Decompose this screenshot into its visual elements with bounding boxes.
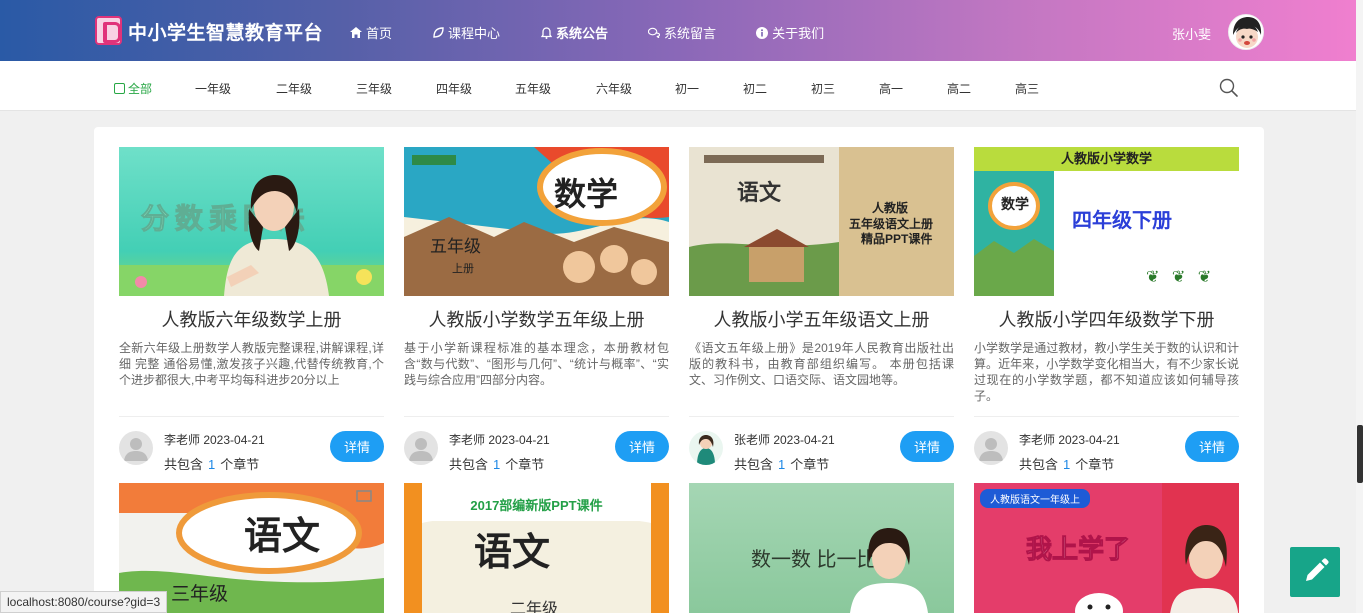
thumb-badge: 数学 [1001,196,1029,212]
page-scrollbar[interactable] [1356,0,1363,613]
thumb-grade: 五年级 [430,237,481,257]
logo-icon[interactable] [95,16,122,45]
author-date: 李老师 2023-04-21 [164,433,265,447]
thumb-caption: 语文 [474,529,551,574]
teacher-image [850,528,928,613]
filter-junior-2[interactable]: 初二 [743,80,767,97]
author-avatar [404,431,438,465]
bell-icon [540,26,552,39]
filter-grade-4[interactable]: 四年级 [436,80,472,97]
course-meta: 李老师 2023-04-21 共包含 1 个章节 详情 [119,417,384,473]
chapter-count: 共包含 1 个章节 [734,457,830,472]
thumb-top-banner: 人教版小学数学 [974,147,1239,171]
course-card[interactable]: 数学 五年级 上册 人教版小学数学五年级上册 基于小学新课程标准的基本理念，本册… [404,147,669,473]
main-nav: 首页 课程中心 系统公告 系统留言 关于我们 [350,23,864,42]
nav-course-center[interactable]: 课程中心 [432,23,500,42]
filter-senior-1[interactable]: 高一 [879,80,903,97]
course-meta: 张老师 2023-04-21 共包含 1 个章节 详情 [689,417,954,473]
search-icon[interactable] [1219,78,1239,98]
course-list: 分数乘除法 人教版六年级数学上册 全新六年级上册数学人教版完整课程,讲解课程,详… [94,127,1264,613]
course-description: 小学数学是通过教材，教小学生关于数的认识和计算。近年来，小学数学变化相当大，有不… [974,341,1239,403]
author-avatar [689,431,723,465]
chapter-count: 共包含 1 个章节 [1019,457,1115,472]
course-title[interactable]: 人教版小学数学五年级上册 [404,306,669,332]
filter-all[interactable]: 全部 [114,80,152,97]
course-thumbnail[interactable]: 2017部编新版PPT课件 语文 二年级 [404,483,669,613]
nav-about[interactable]: 关于我们 [756,23,824,42]
teacher-image [1075,483,1239,613]
comments-icon [648,27,661,39]
author-avatar [974,431,1008,465]
filter-grade-5[interactable]: 五年级 [515,80,551,97]
info-icon [756,26,769,39]
course-thumbnail[interactable]: 人教版小学数学 数学 四年级下册 ❦ ❦ ❦ [974,147,1239,296]
thumb-caption: 数学 [554,175,619,213]
filter-junior-1[interactable]: 初一 [675,80,699,97]
course-thumbnail[interactable]: 数学 五年级 上册 [404,147,669,296]
edit-float-button[interactable] [1290,547,1340,597]
nav-home[interactable]: 首页 [350,23,392,42]
course-thumbnail[interactable]: 分数乘除法 [119,147,384,296]
chapter-count: 共包含 1 个章节 [164,457,260,472]
filter-grade-1[interactable]: 一年级 [195,80,231,97]
detail-button[interactable]: 详情 [1185,431,1239,462]
thumb-grade: 二年级 [510,599,559,613]
course-description: 全新六年级上册数学人教版完整课程,讲解课程,详细 完整 通俗易懂,激发孩子兴趣,… [119,341,384,387]
author-avatar [119,431,153,465]
teacher-image [119,175,384,296]
course-title[interactable]: 人教版小学五年级语文上册 [689,306,954,332]
filter-grade-6[interactable]: 六年级 [596,80,632,97]
author-date: 李老师 2023-04-21 [1019,433,1120,447]
thumb-decoration: ❦ ❦ ❦ [1146,269,1216,286]
detail-button[interactable]: 详情 [900,431,954,462]
course-card[interactable]: 分数乘除法 人教版六年级数学上册 全新六年级上册数学人教版完整课程,讲解课程,详… [119,147,384,473]
brand-title[interactable]: 中小学生智慧教育平台 [128,18,323,45]
filter-grade-2[interactable]: 二年级 [276,80,312,97]
course-thumbnail[interactable]: 数一数 比一比 [689,483,954,613]
top-header: 中小学生智慧教育平台 首页 课程中心 系统公告 系统留言 关于我们 张小斐 [0,0,1356,61]
course-description: 基于小学新课程标准的基本理念，本册教材包含“数与代数”、“图形与几何”、“统计与… [404,341,669,387]
scrollbar-thumb[interactable] [1357,425,1363,483]
thumb-caption: 四年级下册 [1072,210,1172,232]
book-cover-image [974,171,1054,296]
thumb-caption: 语文 [244,513,321,558]
detail-button[interactable]: 详情 [330,431,384,462]
leaf-icon [432,27,444,39]
check-square-icon [114,83,125,94]
author-date: 张老师 2023-04-21 [734,433,835,447]
course-title[interactable]: 人教版小学四年级数学下册 [974,306,1239,332]
pencil-icon [1306,558,1329,581]
thumb-line-3: 精品PPT课件 [861,232,933,246]
username[interactable]: 张小斐 [1172,24,1211,43]
course-card[interactable]: 语文 人教版 五年级语文上册 精品PPT课件 人教版小学五年级语文上册 《语文五… [689,147,954,473]
course-meta: 李老师 2023-04-21 共包含 1 个章节 详情 [974,417,1239,473]
user-avatar[interactable] [1228,14,1264,50]
detail-button[interactable]: 详情 [615,431,669,462]
chapter-count: 共包含 1 个章节 [449,457,545,472]
nav-announcements[interactable]: 系统公告 [540,23,608,42]
grade-filter-bar: 全部 一年级 二年级 三年级 四年级 五年级 六年级 初一 初二 初三 高一 高… [0,61,1356,111]
author-date: 李老师 2023-04-21 [449,433,550,447]
course-title[interactable]: 人教版六年级数学上册 [119,306,384,332]
course-thumbnail[interactable]: 语文 人教版 五年级语文上册 精品PPT课件 [689,147,954,296]
thumb-top-banner: 2017部编新版PPT课件 [470,498,603,513]
nav-messages[interactable]: 系统留言 [648,23,716,42]
thumb-grade: 三年级 [171,583,229,605]
thumb-line-1: 人教版 [872,201,909,215]
course-card[interactable]: 人教版小学数学 数学 四年级下册 ❦ ❦ ❦ 人教版小学四年级数学下册 小学数学… [974,147,1239,473]
status-url: localhost:8080/course?gid=3 [0,591,168,613]
thumb-caption: 语文 [737,180,782,206]
thumb-volume: 上册 [452,263,474,275]
course-description: 《语文五年级上册》是2019年人民教育出版社出版的教科书，由教育部组织编写。 本… [689,341,954,387]
filter-senior-2[interactable]: 高二 [947,80,971,97]
filter-junior-3[interactable]: 初三 [811,80,835,97]
home-icon [350,27,362,39]
filter-grade-3[interactable]: 三年级 [356,80,392,97]
book-cover-image [404,147,669,296]
course-meta: 李老师 2023-04-21 共包含 1 个章节 详情 [404,417,669,473]
course-thumbnail[interactable]: 人教版语文一年级上 我上学了 [974,483,1239,613]
filter-senior-3[interactable]: 高三 [1015,80,1039,97]
